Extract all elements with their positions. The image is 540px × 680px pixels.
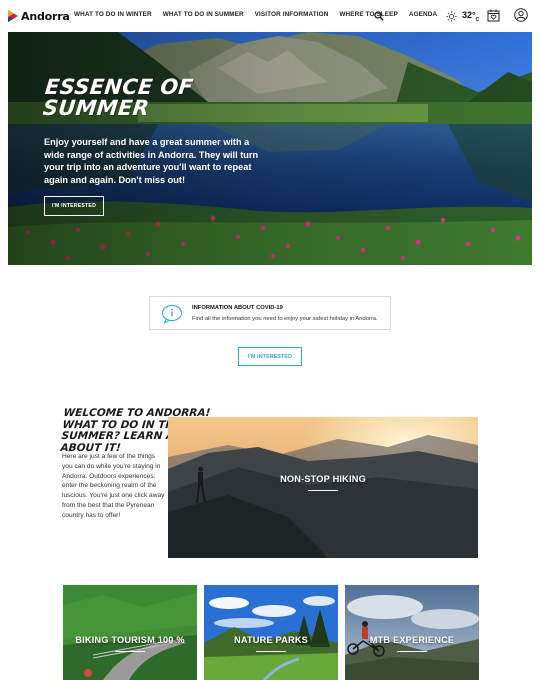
hero-title: ESSENCE OF SUMMER	[41, 75, 195, 120]
hiking-image	[168, 417, 478, 558]
nav-item-agenda[interactable]: AGENDA	[409, 11, 437, 18]
card-title-biking: BIKING TOURISM 100 %	[75, 635, 185, 645]
card-mtb-experience[interactable]: MTB EXPERIENCE	[345, 585, 479, 680]
card-biking-tourism[interactable]: BIKING TOURISM 100 %	[63, 585, 197, 680]
hero-banner: ESSENCE OF SUMMER Enjoy yourself and hav…	[8, 32, 532, 265]
covid-text: Find all the information you need to enj…	[192, 316, 378, 322]
temperature-unit: C	[475, 16, 480, 23]
nav-item-winter[interactable]: WHAT TO DO IN WINTER	[74, 11, 152, 18]
calendar-icon[interactable]	[487, 9, 500, 22]
andorra-logo-icon	[8, 10, 18, 22]
sun-icon	[446, 11, 457, 22]
card-underline	[256, 651, 286, 652]
nav-item-summer[interactable]: WHAT TO DO IN SUMMER	[163, 11, 244, 18]
site-logo[interactable]: Andorra	[8, 8, 70, 24]
logo-text: Andorra	[21, 9, 70, 23]
interested-button[interactable]: I'M INTERESTED	[238, 347, 302, 366]
nav-item-visitor-information[interactable]: VISITOR INFORMATION	[255, 11, 329, 18]
info-bubble-icon	[162, 305, 182, 324]
temperature-value: 32°C	[462, 10, 480, 23]
search-icon[interactable]	[374, 11, 384, 21]
hero-description: Enjoy yourself and have a great summer w…	[44, 137, 259, 185]
mtb-image	[345, 585, 479, 680]
nav-item-where-to-sleep[interactable]: WHERE TO SLEEP	[339, 11, 397, 18]
covid-info-box[interactable]: INFORMATION ABOUT COVID-19 Find all the …	[149, 296, 391, 330]
site-header: Andorra WHAT TO DO IN WINTER WHAT TO DO …	[0, 0, 540, 32]
biking-image	[63, 585, 197, 680]
hero-interested-button[interactable]: I'M INTERESTED	[44, 196, 104, 216]
card-underline	[397, 651, 427, 652]
card-underline	[115, 651, 145, 652]
card-nature-parks[interactable]: NATURE PARKS	[204, 585, 338, 680]
card-title-mtb: MTB EXPERIENCE	[369, 635, 455, 645]
card-underline	[308, 490, 338, 491]
user-icon[interactable]	[514, 8, 528, 22]
weather-widget: 32°C	[446, 10, 479, 23]
covid-title: INFORMATION ABOUT COVID-19	[192, 305, 283, 311]
welcome-text: Here are just a few of the things you ca…	[62, 453, 165, 519]
nature-parks-image	[204, 585, 338, 680]
card-title-nature-parks: NATURE PARKS	[233, 635, 309, 645]
card-title-hiking: NON-STOP HIKING	[280, 474, 366, 484]
card-non-stop-hiking[interactable]: NON-STOP HIKING	[168, 417, 478, 558]
main-nav: WHAT TO DO IN WINTER WHAT TO DO IN SUMME…	[74, 11, 448, 18]
